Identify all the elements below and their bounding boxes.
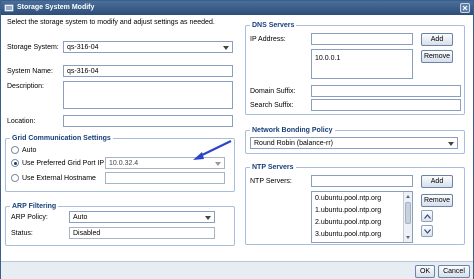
ntp-move-up-button[interactable] xyxy=(421,210,433,222)
arp-status-label: Status: xyxy=(11,230,33,237)
list-item[interactable]: 2.ubuntu.pool.ntp.org xyxy=(315,219,381,226)
system-name-field[interactable]: qs-316-04 xyxy=(63,65,233,77)
bonding-policy-select[interactable]: Round Robin (balance-rr) xyxy=(250,137,458,149)
list-item[interactable]: 1.ubuntu.pool.ntp.org xyxy=(315,207,381,214)
title-bar: Storage System Modify xyxy=(1,1,473,15)
preferred-ip-label: Use Preferred Grid Port IP xyxy=(22,160,105,167)
auto-radio-label: Auto xyxy=(22,147,37,154)
ntp-server-list[interactable]: 0.ubuntu.pool.ntp.org 1.ubuntu.pool.ntp.… xyxy=(311,191,413,243)
dialog-footer: OK Cancel xyxy=(1,261,473,279)
system-name-label: System Name: xyxy=(7,68,53,75)
dns-ip-label: IP Address: xyxy=(250,36,286,43)
list-item[interactable]: 10.0.0.1 xyxy=(315,55,340,62)
dns-add-button[interactable]: Add xyxy=(421,33,453,46)
app-icon xyxy=(4,4,14,12)
scroll-up-icon xyxy=(406,195,410,198)
list-item[interactable]: 0.ubuntu.pool.ntp.org xyxy=(315,195,381,202)
location-field[interactable] xyxy=(63,115,233,127)
scroll-down-icon xyxy=(406,236,410,239)
ntp-servers-label: NTP Servers: xyxy=(250,178,292,185)
external-hostname-field[interactable] xyxy=(105,172,225,184)
list-item[interactable]: 3.ubuntu.pool.ntp.org xyxy=(315,231,381,238)
search-suffix-label: Search Suffix: xyxy=(250,102,294,109)
external-hostname-label: Use External Hostname xyxy=(22,175,96,182)
arp-filtering-title: ARP Filtering xyxy=(10,202,59,211)
ntp-add-button[interactable]: Add xyxy=(421,175,453,188)
description-field[interactable] xyxy=(63,81,233,109)
ntp-server-field[interactable] xyxy=(311,175,413,187)
storage-system-value: qs-316-04 xyxy=(67,44,99,51)
dropdown-arrow-icon xyxy=(448,142,454,146)
storage-system-modify-dialog: Storage System Modify Select the storage… xyxy=(0,0,474,279)
intro-text: Select the storage system to modify and … xyxy=(7,19,215,26)
dns-server-list[interactable]: 10.0.0.1 xyxy=(311,49,413,79)
storage-system-select[interactable]: qs-316-04 xyxy=(63,41,233,53)
ntp-list-scrollbar[interactable] xyxy=(403,192,412,242)
bonding-policy-title: Network Bonding Policy xyxy=(250,126,335,135)
location-label: Location: xyxy=(7,118,36,125)
dropdown-arrow-icon xyxy=(205,216,211,220)
dns-ip-field[interactable] xyxy=(311,33,413,45)
annotation-arrow-icon xyxy=(193,140,232,160)
ntp-remove-button[interactable]: Remove xyxy=(421,194,453,207)
domain-suffix-label: Domain Suffix: xyxy=(250,88,296,95)
window-title: Storage System Modify xyxy=(17,4,95,11)
ok-button[interactable]: OK xyxy=(415,265,435,278)
description-label: Description: xyxy=(7,83,44,90)
preferred-ip-radio[interactable] xyxy=(11,159,19,167)
close-button[interactable] xyxy=(460,3,470,13)
bonding-policy-value: Round Robin (balance-rr) xyxy=(254,140,333,147)
arp-status-field: Disabled xyxy=(69,227,215,239)
dns-remove-button[interactable]: Remove xyxy=(421,50,453,63)
dns-servers-title: DNS Servers xyxy=(250,21,297,30)
domain-suffix-field[interactable] xyxy=(311,85,461,97)
close-icon xyxy=(462,5,468,11)
grid-communication-title: Grid Communication Settings xyxy=(10,134,113,143)
external-hostname-radio[interactable] xyxy=(11,174,19,182)
auto-radio[interactable] xyxy=(11,146,19,154)
cancel-button[interactable]: Cancel xyxy=(438,265,470,278)
search-suffix-field[interactable] xyxy=(311,99,461,111)
dropdown-arrow-icon xyxy=(223,46,229,50)
arp-policy-label: ARP Policy: xyxy=(11,214,48,221)
ntp-move-down-button[interactable] xyxy=(421,225,433,237)
preferred-ip-value: 10.0.32.4 xyxy=(109,160,139,167)
arp-policy-value: Auto xyxy=(73,214,88,221)
arp-policy-select[interactable]: Auto xyxy=(69,211,215,223)
move-down-icon xyxy=(424,229,431,234)
scrollbar-thumb[interactable] xyxy=(405,202,411,224)
ntp-servers-title: NTP Servers xyxy=(250,163,296,172)
storage-system-label: Storage System: xyxy=(7,44,59,51)
move-up-icon xyxy=(424,214,431,219)
